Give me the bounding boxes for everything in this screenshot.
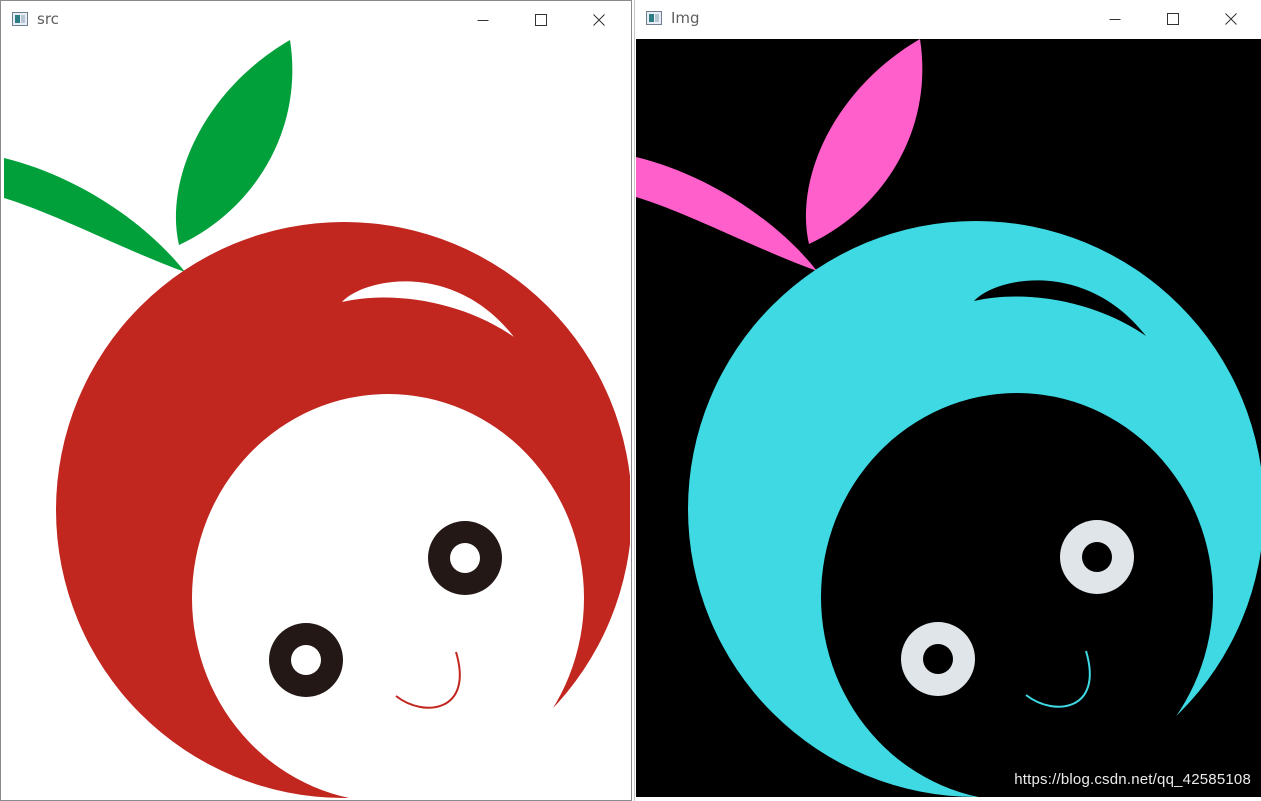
pupil-left	[923, 644, 953, 674]
image-canvas: https://blog.csdn.net/qq_42585108	[636, 39, 1261, 797]
pupil-left	[291, 645, 321, 675]
leaf-left	[4, 158, 185, 272]
close-button[interactable]	[575, 1, 623, 39]
watermark: https://blog.csdn.net/qq_42585108	[1014, 771, 1251, 788]
leaf-left	[636, 157, 817, 271]
app-icon	[646, 11, 662, 25]
window-img: Img https://blog.csdn.net/qq_42585108	[634, 0, 1261, 801]
window-title: src	[37, 10, 59, 28]
face-area	[192, 394, 584, 798]
minimize-icon	[477, 20, 489, 21]
maximize-button[interactable]	[517, 1, 565, 39]
window-src: src	[0, 0, 632, 801]
pupil-right	[1082, 542, 1112, 572]
apple-image	[4, 40, 630, 798]
close-button[interactable]	[1207, 0, 1255, 38]
face-area	[821, 393, 1213, 797]
app-icon	[12, 12, 28, 26]
leaf-top	[175, 40, 293, 245]
image-canvas	[4, 40, 630, 798]
minimize-icon	[1109, 19, 1121, 20]
apple-image	[636, 39, 1261, 797]
title-bar[interactable]: Img	[635, 0, 1261, 38]
minimize-button[interactable]	[1091, 0, 1139, 38]
close-icon	[1225, 13, 1237, 25]
close-icon	[593, 14, 605, 26]
pupil-right	[450, 543, 480, 573]
minimize-button[interactable]	[459, 1, 507, 39]
window-title: Img	[671, 9, 700, 27]
maximize-button[interactable]	[1149, 0, 1197, 38]
maximize-icon	[535, 14, 547, 26]
maximize-icon	[1167, 13, 1179, 25]
leaf-top	[805, 39, 923, 244]
title-bar[interactable]: src	[1, 1, 631, 39]
